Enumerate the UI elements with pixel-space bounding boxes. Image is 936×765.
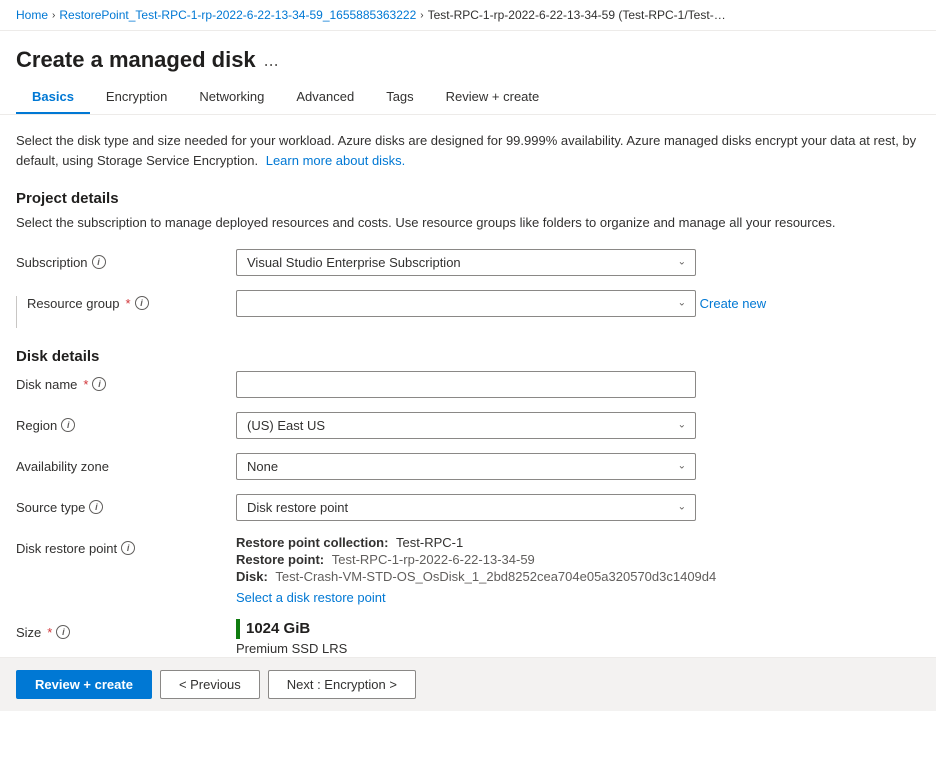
disk-name-control (236, 371, 920, 398)
region-select[interactable]: (US) East US (236, 412, 696, 439)
availability-zone-row: Availability zone None ⌄ (16, 453, 920, 480)
select-disk-restore-point-link[interactable]: Select a disk restore point (236, 590, 386, 605)
disk-restore-point-label: Disk restore point i (16, 535, 236, 556)
subscription-label: Subscription i (16, 249, 236, 270)
size-type-value: Premium SSD LRS (236, 641, 920, 656)
section-project-details-desc: Select the subscription to manage deploy… (16, 213, 920, 233)
breadcrumb-current: Test-RPC-1-rp-2022-6-22-13-34-59 (Test-R… (428, 8, 728, 22)
subscription-row: Subscription i Visual Studio Enterprise … (16, 249, 920, 276)
breadcrumb-restore-point[interactable]: RestorePoint_Test-RPC-1-rp-2022-6-22-13-… (59, 8, 416, 22)
tab-review-create[interactable]: Review + create (430, 81, 556, 114)
region-select-wrap: (US) East US ⌄ (236, 412, 696, 439)
section-project-details-title: Project details (16, 190, 920, 207)
restore-point-line: Restore point: Test-RPC-1-rp-2022-6-22-1… (236, 552, 920, 567)
create-new-link[interactable]: Create new (700, 296, 766, 311)
disk-restore-point-info-icon[interactable]: i (121, 541, 135, 555)
resource-group-required: * (126, 296, 131, 311)
restore-point-collection-line: Restore point collection: Test-RPC-1 (236, 535, 920, 550)
region-info-icon[interactable]: i (61, 418, 75, 432)
resource-group-select-wrap: ⌄ (236, 290, 696, 317)
disk-name-info-icon[interactable]: i (92, 377, 106, 391)
tab-encryption[interactable]: Encryption (90, 81, 183, 114)
resource-group-select[interactable] (236, 290, 696, 317)
availability-zone-control: None ⌄ (236, 453, 920, 480)
subscription-select[interactable]: Visual Studio Enterprise Subscription (236, 249, 696, 276)
disk-name-required: * (83, 377, 88, 392)
size-label: Size * i (16, 619, 236, 640)
page-description: Select the disk type and size needed for… (16, 131, 920, 170)
region-row: Region i (US) East US ⌄ (16, 412, 920, 439)
resource-group-row: Resource group * i ⌄ Create new (16, 290, 920, 328)
resource-group-vertical-line (16, 296, 17, 328)
tabs: Basics Encryption Networking Advanced Ta… (0, 81, 936, 115)
availability-zone-select-wrap: None ⌄ (236, 453, 696, 480)
disk-name-label: Disk name * i (16, 371, 236, 392)
review-create-button[interactable]: Review + create (16, 670, 152, 699)
subscription-select-wrap: Visual Studio Enterprise Subscription ⌄ (236, 249, 696, 276)
page-title-row: Create a managed disk ... (0, 31, 936, 81)
resource-group-control: ⌄ Create new (236, 290, 920, 317)
source-type-control: Disk restore point ⌄ (236, 494, 920, 521)
tab-basics[interactable]: Basics (16, 81, 90, 114)
disk-restore-point-row: Disk restore point i Restore point colle… (16, 535, 920, 605)
footer: Review + create < Previous Next : Encryp… (0, 657, 936, 711)
breadcrumb-home[interactable]: Home (16, 8, 48, 22)
source-type-info-icon[interactable]: i (89, 500, 103, 514)
size-required: * (47, 625, 52, 640)
size-info-icon[interactable]: i (56, 625, 70, 639)
breadcrumb: Home › RestorePoint_Test-RPC-1-rp-2022-6… (0, 0, 936, 31)
disk-restore-point-control: Restore point collection: Test-RPC-1 Res… (236, 535, 920, 605)
source-type-row: Source type i Disk restore point ⌄ (16, 494, 920, 521)
region-control: (US) East US ⌄ (236, 412, 920, 439)
region-label: Region i (16, 412, 236, 433)
tab-advanced[interactable]: Advanced (280, 81, 370, 114)
size-gib-value: 1024 GiB (236, 619, 920, 639)
disk-name-row: Disk name * i (16, 371, 920, 398)
disk-line: Disk: Test-Crash-VM-STD-OS_OsDisk_1_2bd8… (236, 569, 920, 584)
tab-tags[interactable]: Tags (370, 81, 429, 114)
availability-zone-label: Availability zone (16, 453, 236, 474)
learn-more-link[interactable]: Learn more about disks. (266, 153, 405, 168)
tab-networking[interactable]: Networking (183, 81, 280, 114)
availability-zone-select[interactable]: None (236, 453, 696, 480)
next-button[interactable]: Next : Encryption > (268, 670, 416, 699)
previous-button[interactable]: < Previous (160, 670, 260, 699)
resource-group-info-icon[interactable]: i (135, 296, 149, 310)
source-type-label: Source type i (16, 494, 236, 515)
page-title: Create a managed disk (16, 47, 256, 73)
source-type-select-wrap: Disk restore point ⌄ (236, 494, 696, 521)
section-disk-details-title: Disk details (16, 348, 920, 365)
subscription-control: Visual Studio Enterprise Subscription ⌄ (236, 249, 920, 276)
source-type-select[interactable]: Disk restore point (236, 494, 696, 521)
disk-name-input[interactable] (236, 371, 696, 398)
resource-group-label: Resource group * i (27, 296, 149, 311)
page-options-button[interactable]: ... (264, 50, 279, 71)
main-content: Select the disk type and size needed for… (0, 131, 936, 705)
subscription-info-icon[interactable]: i (92, 255, 106, 269)
